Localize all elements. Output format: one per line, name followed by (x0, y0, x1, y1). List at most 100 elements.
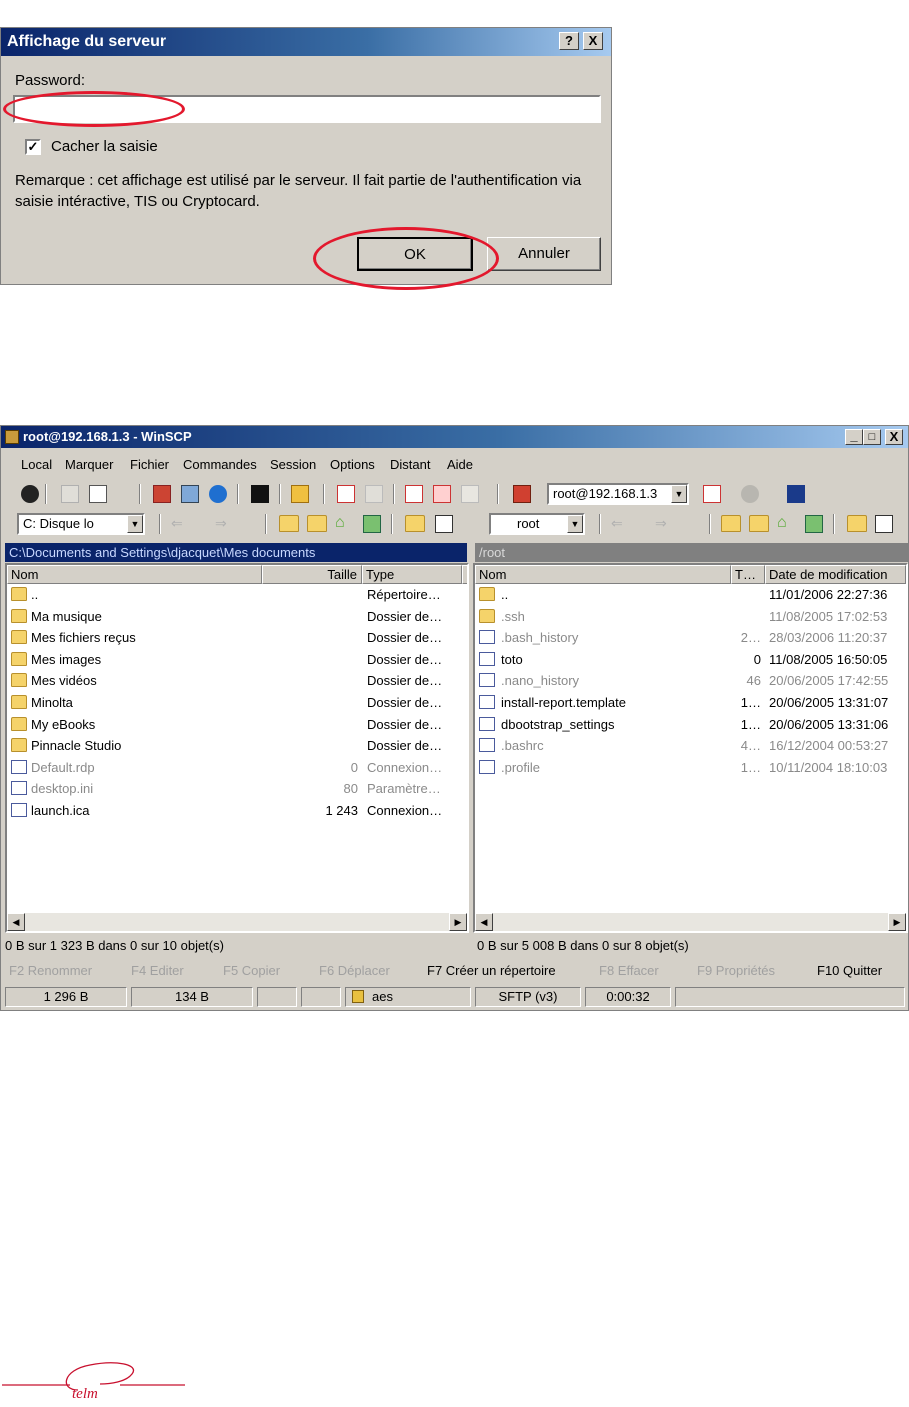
unselect-icon[interactable] (365, 485, 383, 503)
close-button[interactable]: X (885, 429, 903, 445)
console-icon[interactable] (61, 485, 79, 503)
table-row[interactable]: .. 11/01/2006 22:27:36 (475, 584, 906, 605)
f7-mkdir-button[interactable]: F7 Créer un répertoire (427, 963, 556, 978)
f4-edit-button[interactable]: F4 Editer (131, 963, 184, 978)
scroll-left-icon[interactable]: ◀ (475, 913, 493, 931)
f10-quit-button[interactable]: F10 Quitter (817, 963, 882, 978)
minimize-button[interactable]: _ (845, 429, 863, 445)
right-refresh-icon[interactable] (805, 515, 823, 533)
left-open-dir-icon[interactable] (405, 515, 425, 533)
preferences-gear-icon[interactable] (21, 485, 39, 503)
f8-delete-button[interactable]: F8 Effacer (599, 963, 659, 978)
table-row[interactable]: Minolta Dossier de… (7, 692, 467, 713)
table-row[interactable]: install-report.template 1… 20/06/2005 13:3… (475, 692, 906, 713)
table-row[interactable]: .profile 1… 10/11/2004 18:10:03 (475, 757, 906, 778)
right-root-dir-icon[interactable] (749, 515, 769, 533)
local-hscrollbar[interactable]: ◀ ▶ (7, 913, 467, 931)
compare-dirs-icon[interactable] (153, 485, 171, 503)
table-row[interactable]: Mes fichiers reçus Dossier de… (7, 627, 467, 648)
left-forward-arrow-icon[interactable]: ⇒ (215, 515, 233, 533)
table-row[interactable]: Pinnacle Studio Dossier de… (7, 735, 467, 756)
maximize-button[interactable]: □ (863, 429, 881, 445)
col-header-name[interactable]: Nom (7, 565, 262, 584)
table-row[interactable]: Mes images Dossier de… (7, 649, 467, 670)
table-row[interactable]: .. Répertoire… (7, 584, 467, 605)
queue-icon[interactable] (291, 485, 309, 503)
remote-file-panel[interactable]: Nom T… Date de modification .. 11/01/2006… (473, 563, 908, 933)
table-row[interactable]: launch.ica 1 243 Connexion… (7, 800, 467, 821)
folder-icon (479, 608, 495, 623)
disconnect-icon[interactable] (741, 485, 759, 503)
session-combo[interactable]: root@192.168.1.3 ▼ (547, 483, 689, 505)
col-header-extra[interactable] (462, 565, 467, 584)
invert-selection-icon[interactable] (433, 485, 451, 503)
local-drive-combo[interactable]: C: Disque lo ▼ (17, 513, 145, 535)
sync-browse-icon[interactable] (89, 485, 107, 503)
clear-selection-icon[interactable] (461, 485, 479, 503)
synchronize-icon[interactable] (181, 485, 199, 503)
hide-input-checkbox[interactable]: ✓ (25, 139, 41, 155)
left-home-icon[interactable]: ⌂ (335, 515, 353, 533)
refresh-icon[interactable] (209, 485, 227, 503)
right-back-arrow-icon[interactable]: ⇐ (611, 515, 629, 533)
menu-distant[interactable]: Distant (390, 457, 430, 472)
remote-dir-combo[interactable]: root ▼ (489, 513, 585, 535)
col-header-date[interactable]: Date de modification (765, 565, 906, 584)
right-parent-dir-icon[interactable] (721, 515, 741, 533)
table-row[interactable]: .bash_history 2… 28/03/2006 11:20:37 (475, 627, 906, 648)
filter-icon[interactable] (405, 485, 423, 503)
f2-rename-button[interactable]: F2 Renommer (9, 963, 92, 978)
local-file-panel[interactable]: Nom Taille Type .. Répertoire… Ma musique D… (5, 563, 469, 933)
scroll-left-icon[interactable]: ◀ (7, 913, 25, 931)
f5-copy-button[interactable]: F5 Copier (223, 963, 280, 978)
right-tree-icon[interactable] (875, 515, 893, 533)
right-home-icon[interactable]: ⌂ (777, 515, 795, 533)
f6-move-button[interactable]: F6 Déplacer (319, 963, 390, 978)
right-open-dir-icon[interactable] (847, 515, 867, 533)
menu-options[interactable]: Options (330, 457, 375, 472)
table-row[interactable]: .nano_history 46 20/06/2005 17:42:55 (475, 670, 906, 691)
open-terminal-icon[interactable] (703, 485, 721, 503)
menu-commandes[interactable]: Commandes (183, 457, 257, 472)
close-button[interactable]: X (583, 32, 603, 50)
scroll-right-icon[interactable]: ▶ (888, 913, 906, 931)
left-tree-icon[interactable] (435, 515, 453, 533)
table-row[interactable]: Ma musique Dossier de… (7, 606, 467, 627)
table-row[interactable]: dbootstrap_settings 1… 20/06/2005 13:31:06 (475, 714, 906, 735)
file-type: Connexion… (367, 759, 443, 775)
chevron-down-icon[interactable]: ▼ (127, 515, 143, 533)
table-row[interactable]: Default.rdp 0 Connexion… (7, 757, 467, 778)
chevron-down-icon[interactable]: ▼ (567, 515, 583, 533)
save-session-icon[interactable] (787, 485, 805, 503)
table-row[interactable]: .bashrc 4… 16/12/2004 00:53:27 (475, 735, 906, 756)
menu-aide[interactable]: Aide (447, 457, 473, 472)
menu-session[interactable]: Session (270, 457, 316, 472)
col-header-size[interactable]: T… (731, 565, 765, 584)
help-button[interactable]: ? (559, 32, 579, 50)
table-row[interactable]: toto 0 11/08/2005 16:50:05 (475, 649, 906, 670)
cancel-button[interactable]: Annuler (487, 237, 601, 271)
f9-properties-button[interactable]: F9 Propriétés (697, 963, 775, 978)
left-parent-dir-icon[interactable] (279, 515, 299, 533)
left-refresh-icon[interactable] (363, 515, 381, 533)
col-header-name[interactable]: Nom (475, 565, 731, 584)
menu-fichier[interactable]: Fichier (130, 457, 169, 472)
table-row[interactable]: desktop.ini 80 Paramètre… (7, 778, 467, 799)
terminal-icon[interactable] (251, 485, 269, 503)
new-session-icon[interactable] (513, 485, 531, 503)
table-row[interactable]: My eBooks Dossier de… (7, 714, 467, 735)
menu-marquer[interactable]: Marquer (65, 457, 113, 472)
left-back-arrow-icon[interactable]: ⇐ (171, 515, 189, 533)
select-icon[interactable] (337, 485, 355, 503)
table-row[interactable]: .ssh 11/08/2005 17:02:53 (475, 606, 906, 627)
chevron-down-icon[interactable]: ▼ (671, 485, 687, 503)
remote-hscrollbar[interactable]: ◀ ▶ (475, 913, 906, 931)
menu-local[interactable]: Local (21, 457, 52, 472)
col-header-type[interactable]: Type (362, 565, 462, 584)
resize-grip[interactable] (675, 987, 905, 1007)
right-forward-arrow-icon[interactable]: ⇒ (655, 515, 673, 533)
scroll-right-icon[interactable]: ▶ (449, 913, 467, 931)
left-root-dir-icon[interactable] (307, 515, 327, 533)
table-row[interactable]: Mes vidéos Dossier de… (7, 670, 467, 691)
col-header-size[interactable]: Taille (262, 565, 362, 584)
